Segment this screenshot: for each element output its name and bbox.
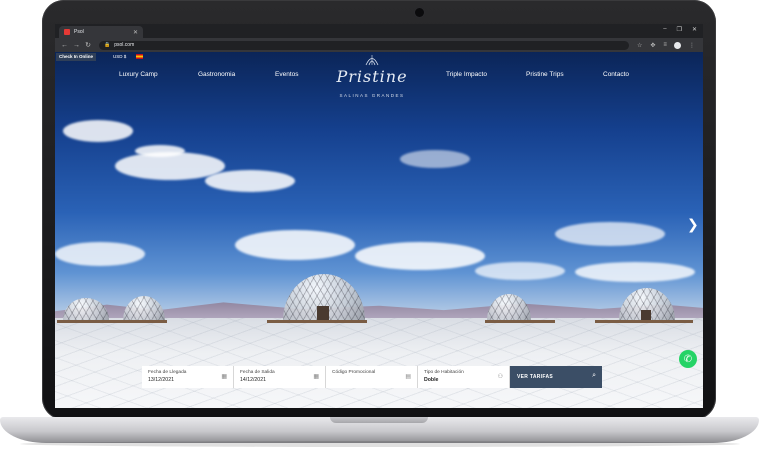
deck [57,320,167,323]
nav-luxury-camp[interactable]: Luxury Camp [119,71,158,78]
arrival-value: 13/12/2021 [148,377,174,383]
dome-door [317,306,329,320]
minimize-icon[interactable]: – [663,26,666,33]
kebab-menu-icon[interactable]: ⋮ [689,42,695,49]
nav-pristine-trips[interactable]: Pristine Trips [526,71,564,78]
url-text: psol.com [114,42,135,48]
promo-label: Código Promocional [332,370,376,375]
ticket-icon: ▤ [405,374,411,380]
cloud [555,222,665,246]
calendar-icon: ▦ [221,374,227,380]
deck [595,320,693,323]
room-type-field[interactable]: Tipo de Habitación Doble ⚇ [418,366,510,388]
departure-value: 14/12/2021 [240,377,266,383]
browser-tab[interactable]: Psol ✕ [59,26,143,38]
cloud [205,170,295,192]
laptop-notch [330,417,428,423]
laptop-shadow [20,441,740,447]
deck [267,320,367,323]
currency-selector[interactable]: USD $ [113,53,126,61]
star-icon[interactable]: ☆ [637,42,642,49]
logo[interactable]: Pristine [335,67,409,86]
cloud [475,262,565,280]
close-tab-icon[interactable]: ✕ [133,29,138,36]
people-icon: ⚇ [497,374,503,380]
address-bar[interactable]: 🔒 psol.com [99,40,629,50]
extensions-icon[interactable]: ✥ [650,42,655,49]
back-icon[interactable]: ← [61,42,68,49]
see-rates-label: VER TARIFAS [517,374,553,380]
deck [485,320,555,323]
maximize-icon[interactable]: ❐ [677,26,682,33]
nav-gastronomia[interactable]: Gastronomia [198,71,235,78]
room-label: Tipo de Habitación [424,370,464,375]
booking-bar: Fecha de Llegada 13/12/2021 ▦ Fecha de S… [142,366,602,388]
close-window-icon[interactable]: ✕ [692,26,697,33]
favicon-icon [64,29,70,35]
browser-tabstrip: Psol ✕ – ❐ ✕ [55,24,703,38]
nav-triple-impacto[interactable]: Triple Impacto [446,71,487,78]
cloud [400,150,470,168]
window-controls: – ❐ ✕ [663,26,697,33]
dome-tent [123,296,165,320]
nav-contacto[interactable]: Contacto [603,71,629,78]
cloud [575,262,695,282]
cloud [235,230,355,260]
screen: Psol ✕ – ❐ ✕ ← → ↻ 🔒 psol.com ☆ ✥ ≡ ⋮ Ch… [55,24,703,408]
check-in-button[interactable]: Check In Online [56,53,97,61]
hero [55,52,703,408]
see-rates-button[interactable]: VER TARIFAS ⌕ [510,366,602,388]
reload-icon[interactable]: ↻ [85,41,91,49]
cloud [355,242,485,270]
logo-tagline: SALINAS GRANDES [339,93,405,98]
nav-eventos[interactable]: Eventos [275,71,299,78]
spain-flag-icon[interactable] [136,54,143,59]
media-icon[interactable]: ≡ [663,42,667,48]
search-icon: ⌕ [592,372,596,379]
cloud [135,145,185,157]
dome-door [641,310,651,320]
logo-icon [365,55,379,66]
salt-texture [55,318,703,408]
whatsapp-icon[interactable]: ✆ [679,350,697,368]
room-value: Doble [424,377,439,383]
webcam [415,8,424,17]
arrival-date-field[interactable]: Fecha de Llegada 13/12/2021 ▦ [142,366,234,388]
arrival-label: Fecha de Llegada [148,370,187,375]
departure-label: Fecha de Salida [240,370,275,375]
departure-date-field[interactable]: Fecha de Salida 14/12/2021 ▦ [234,366,326,388]
cloud [55,242,145,266]
cloud [63,120,133,142]
tab-title: Psol [74,29,84,35]
profile-avatar[interactable] [673,41,681,49]
forward-icon[interactable]: → [73,42,80,49]
lock-icon: 🔒 [104,42,111,48]
dome-tent [63,298,109,320]
promo-code-field[interactable]: Código Promocional ▤ [326,366,418,388]
chevron-right-icon[interactable]: ❯ [687,216,699,233]
calendar-icon: ▦ [313,374,319,380]
browser-toolbar: ← → ↻ 🔒 psol.com ☆ ✥ ≡ ⋮ [55,38,703,52]
dome-tent [487,294,531,320]
